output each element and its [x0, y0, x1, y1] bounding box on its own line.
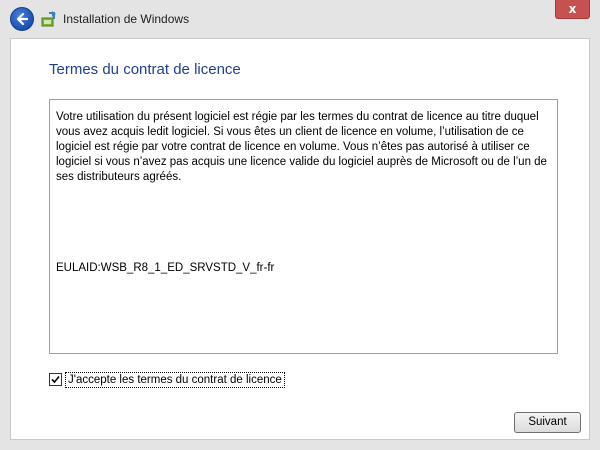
checkmark-icon: [51, 375, 60, 384]
back-button[interactable]: [10, 7, 34, 31]
window-title: Installation de Windows: [63, 12, 190, 26]
license-text: Votre utilisation du présent logiciel es…: [56, 111, 547, 183]
accept-label[interactable]: J'accepte les termes du contrat de licen…: [65, 372, 285, 388]
back-arrow-icon: [16, 12, 29, 26]
eula-id: EULAID:WSB_R8_1_ED_SRVSTD_V_fr-fr: [56, 262, 275, 274]
close-icon: x: [568, 2, 577, 16]
windows-setup-icon: [41, 11, 56, 27]
title-bar: Installation de Windows x: [0, 0, 600, 38]
license-text-box[interactable]: Votre utilisation du présent logiciel es…: [49, 99, 558, 354]
setup-window: Installation de Windows x Termes du cont…: [0, 0, 600, 450]
page-title: Termes du contrat de licence: [49, 61, 241, 78]
next-button[interactable]: Suivant: [514, 412, 581, 433]
content-panel: Termes du contrat de licence Votre utili…: [10, 38, 590, 440]
accept-checkbox[interactable]: [49, 373, 62, 386]
close-button[interactable]: x: [555, 0, 590, 19]
